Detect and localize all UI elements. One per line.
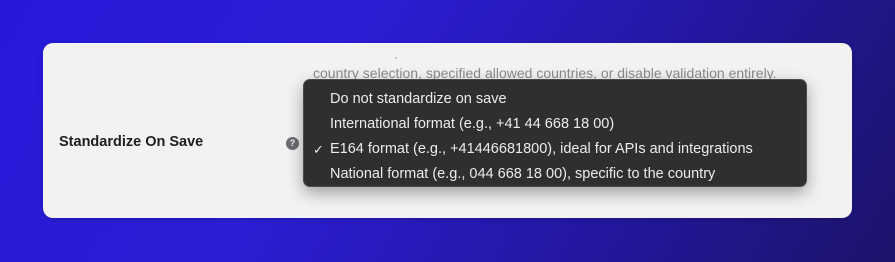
- divider-dot: [395, 57, 397, 59]
- standardize-on-save-label: Standardize On Save: [59, 134, 204, 150]
- menu-item-do-not-standardize[interactable]: Do not standardize on save: [304, 87, 806, 112]
- question-mark-icon[interactable]: ?: [286, 137, 299, 150]
- menu-item-label: National format (e.g., 044 668 18 00), s…: [330, 166, 716, 182]
- standardize-format-dropdown-menu: Do not standardize on save International…: [303, 79, 807, 187]
- menu-item-national-format[interactable]: National format (e.g., 044 668 18 00), s…: [304, 162, 806, 187]
- menu-item-e164-format[interactable]: ✓ E164 format (e.g., +41446681800), idea…: [304, 137, 806, 162]
- menu-item-international-format[interactable]: International format (e.g., +41 44 668 1…: [304, 112, 806, 137]
- menu-item-label: International format (e.g., +41 44 668 1…: [330, 116, 615, 132]
- menu-item-label: E164 format (e.g., +41446681800), ideal …: [330, 141, 753, 157]
- checkmark-icon: ✓: [313, 142, 324, 157]
- menu-item-label: Do not standardize on save: [330, 91, 507, 107]
